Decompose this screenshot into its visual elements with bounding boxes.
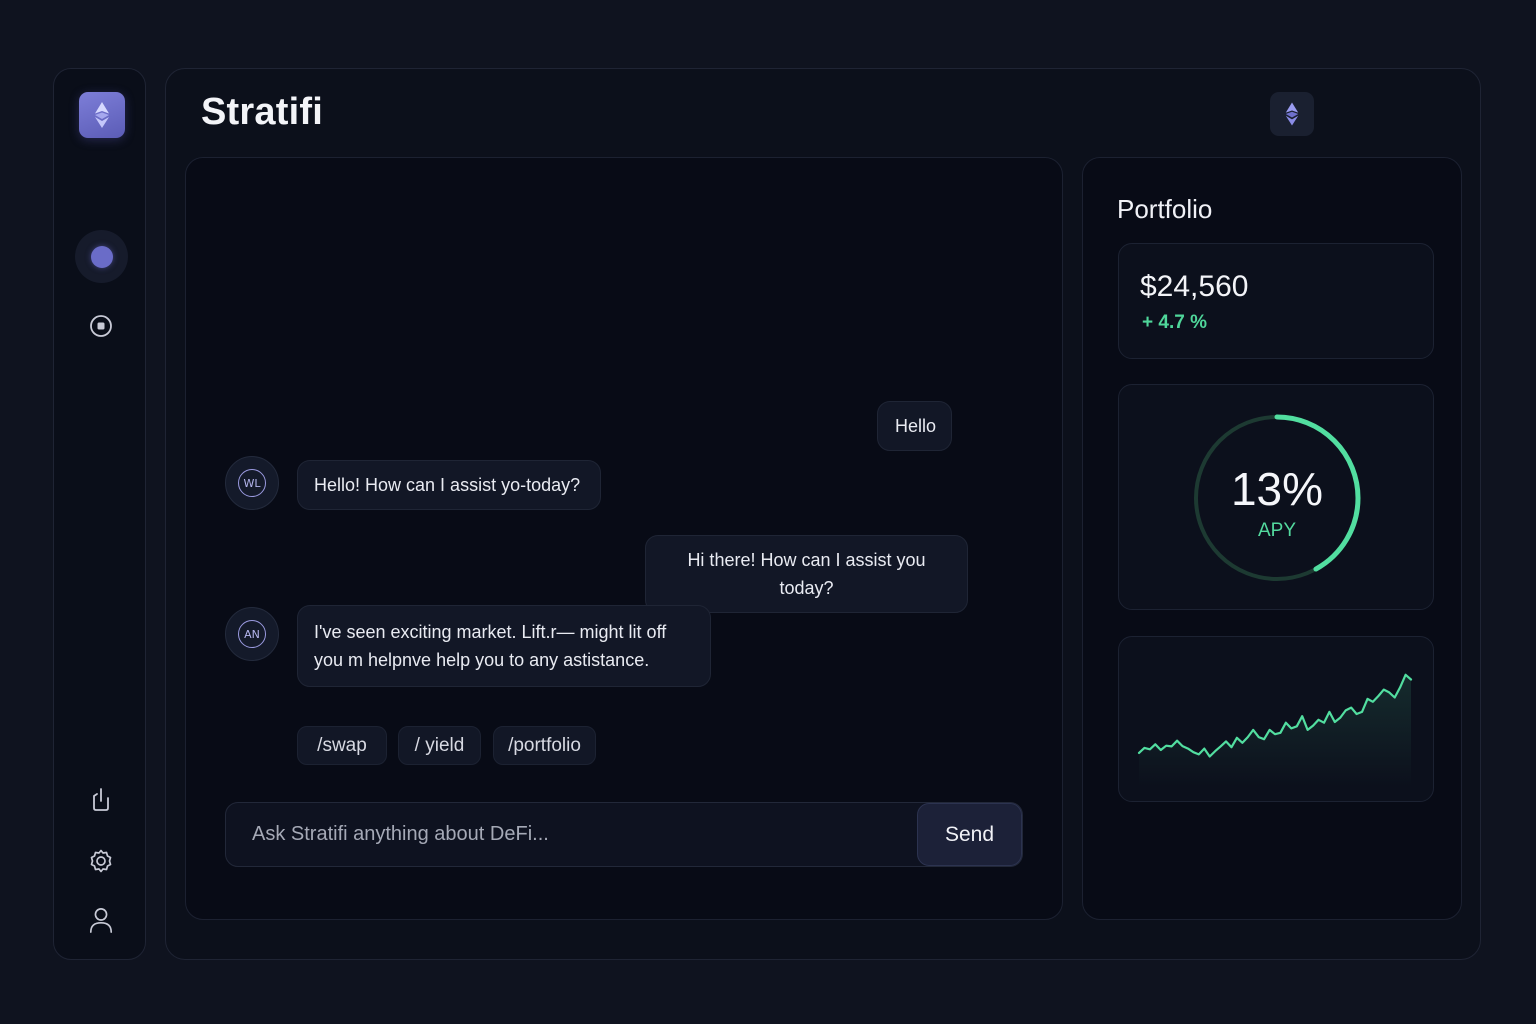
performance-chart-card (1118, 636, 1434, 802)
chat-input[interactable] (226, 803, 916, 866)
sidebar (53, 68, 146, 960)
balance-card: $24,560 + 4.7 % (1118, 243, 1434, 359)
nav-profile[interactable] (88, 907, 114, 933)
dot-icon (90, 245, 113, 268)
ethereum-icon (95, 102, 109, 128)
portfolio-panel: Portfolio $24,560 + 4.7 % 13% APY (1082, 157, 1462, 920)
portfolio-title: Portfolio (1117, 194, 1213, 224)
apy-gauge: 13% APY (1193, 414, 1361, 582)
bot-logo-icon: AN (238, 620, 266, 648)
stop-circle-icon (90, 315, 112, 337)
performance-sparkline (1137, 673, 1413, 787)
chat-panel: Hello WL Hello! How can I assist yo-toda… (185, 157, 1063, 920)
portfolio-change: + 4.7 % (1142, 312, 1207, 333)
user-icon (89, 908, 113, 933)
bot-avatar: WL (225, 456, 279, 510)
command-chip-portfolio[interactable]: /portfolio (493, 726, 596, 765)
apy-card: 13% APY (1118, 384, 1434, 610)
nav-home[interactable] (75, 230, 128, 283)
ethereum-icon (1285, 102, 1299, 126)
nav-power[interactable] (88, 786, 114, 812)
user-message: Hello (877, 401, 952, 451)
app-title: Stratifi (201, 91, 323, 133)
bot-message: I've seen exciting market. Lift.r— might… (297, 605, 711, 687)
command-chip-swap[interactable]: /swap (297, 726, 387, 765)
apy-label: APY (1257, 520, 1297, 541)
bot-message-line: I've seen exciting market. Lift.r— might… (314, 622, 667, 642)
portfolio-balance: $24,560 (1140, 270, 1249, 303)
apy-value: 13% (1230, 463, 1324, 515)
main-window: Stratifi Hello WL Hello! How can I assis… (165, 68, 1481, 960)
bot-avatar: AN (225, 607, 279, 661)
bot-message-line: you m helpnve help you to any astistance… (314, 650, 650, 670)
user-message: Hi there! How can I assist you today? (645, 535, 968, 613)
command-chip-yield[interactable]: / yield (398, 726, 481, 765)
bot-message: Hello! How can I assist yo-today? (297, 460, 601, 510)
bot-logo-icon: WL (238, 469, 266, 497)
gear-icon (90, 849, 112, 873)
nav-stop[interactable] (88, 313, 114, 339)
network-button[interactable] (1270, 92, 1314, 136)
chat-composer: Send (225, 802, 1023, 867)
sparkline-area (1139, 674, 1411, 787)
send-button[interactable]: Send (917, 803, 1022, 866)
power-icon (93, 788, 109, 811)
nav-settings[interactable] (88, 848, 114, 874)
logo-tile[interactable] (79, 92, 125, 138)
